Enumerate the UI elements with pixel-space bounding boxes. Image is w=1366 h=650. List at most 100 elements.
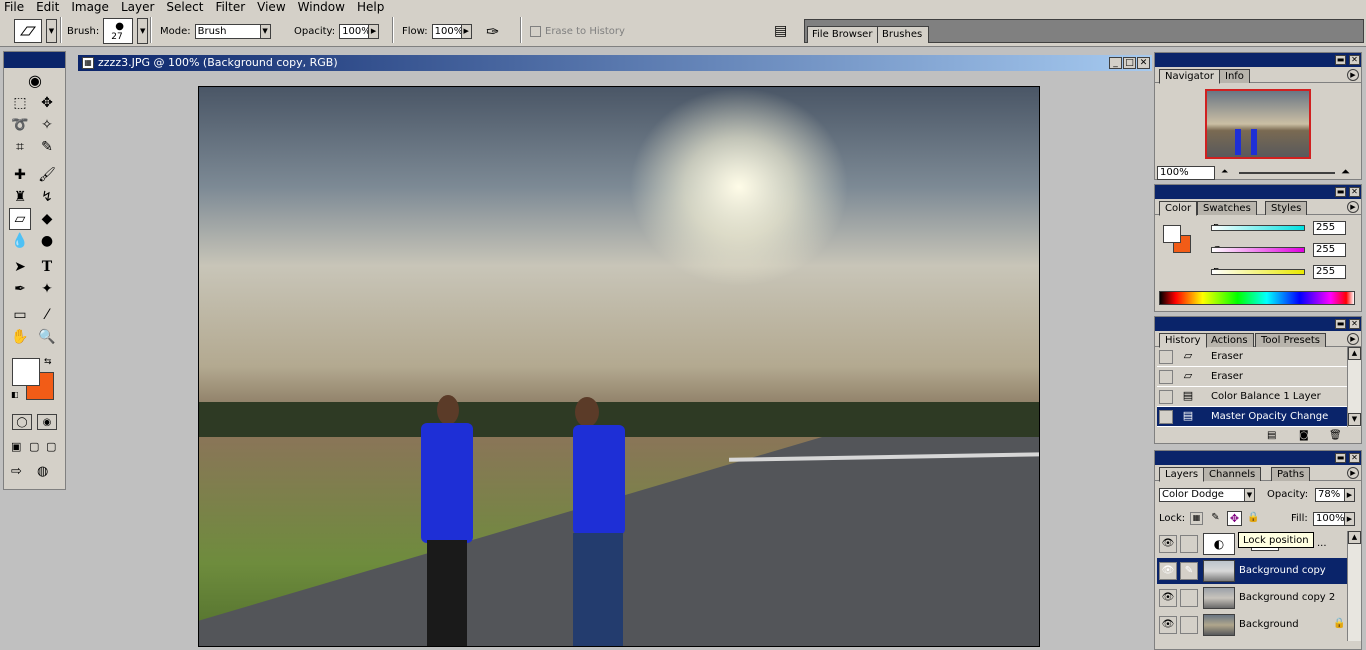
opacity-input[interactable]: 100% [339,23,371,39]
trash-icon[interactable]: 🗑 [1329,430,1342,441]
type-icon[interactable]: T [36,256,58,278]
blur-icon[interactable]: 💧 [9,230,31,252]
screen-mode-standard-icon[interactable]: ▣ [11,440,21,453]
clone-stamp-icon[interactable]: ♜ [9,186,31,208]
layer-row[interactable]: 👁 Background 🔒 [1157,612,1347,638]
close-icon[interactable]: ✕ [1137,57,1150,69]
panel-titlebar[interactable]: ▬ ✕ [1155,317,1361,331]
pen-icon[interactable]: ✒ [9,278,31,300]
panel-menu-icon[interactable]: ▶ [1347,333,1359,345]
tab-paths[interactable]: Paths [1271,467,1311,481]
maximize-icon[interactable]: □ [1123,57,1136,69]
close-icon[interactable]: ✕ [1349,55,1360,65]
brush-picker[interactable]: ● 27 [103,18,134,44]
palette-toggle-button[interactable]: ▤ [774,18,787,44]
tab-history[interactable]: History [1159,333,1207,348]
healing-brush-icon[interactable]: ✚ [9,164,31,186]
slice-icon[interactable]: ✎ [36,136,58,158]
zoom-field[interactable]: 100% [1157,166,1215,180]
brush-icon[interactable]: ✎ [1180,562,1198,580]
fill-input[interactable]: 100% [1313,512,1345,526]
close-icon[interactable]: ✕ [1349,319,1360,329]
minimize-icon[interactable]: _ [1109,57,1122,69]
layer-opacity-input[interactable]: 78% [1315,488,1345,502]
link-toggle[interactable] [1180,589,1198,607]
eye-icon[interactable]: 👁 [1159,616,1177,634]
tab-color[interactable]: Color [1159,201,1198,216]
minimize-icon[interactable]: ▬ [1335,319,1346,329]
new-document-icon[interactable]: ▤ [1267,430,1276,441]
chevron-down-icon[interactable]: ▼ [137,18,149,44]
eyedropper-icon[interactable]: ⁄ [36,304,58,326]
panel-titlebar[interactable]: ▬ ✕ [1155,53,1361,67]
history-source-checkbox[interactable] [1159,350,1173,364]
channel-g-value[interactable]: 255 [1313,243,1346,257]
erase-history-checkbox[interactable] [530,25,541,37]
tab-styles[interactable]: Styles [1265,201,1308,215]
link-toggle[interactable] [1180,535,1198,553]
panel-menu-icon[interactable]: ▶ [1347,467,1359,479]
paint-bucket-icon[interactable]: ◆ [36,208,58,230]
lock-position-icon[interactable]: ✥ [1227,511,1242,526]
panel-titlebar[interactable]: ▬ ✕ [1155,451,1361,465]
flow-input[interactable]: 100% [431,23,463,39]
brush-icon[interactable]: 🖌 [36,164,58,186]
close-icon[interactable]: ✕ [1349,453,1360,463]
tab-swatches[interactable]: Swatches [1197,201,1257,215]
eraser-icon[interactable]: ▱ [9,208,31,230]
zoom-slider[interactable] [1239,172,1335,174]
chevron-right-icon[interactable]: ▶ [460,23,472,39]
blend-mode-select[interactable]: Color Dodge [1159,488,1245,502]
dodge-icon[interactable]: ● [36,230,58,252]
menu-help[interactable]: Help [351,0,390,14]
magic-wand-icon[interactable]: ✧ [36,114,58,136]
foreground-color-swatch[interactable] [12,358,40,386]
panel-titlebar[interactable]: ▬ ✕ [1155,185,1361,199]
notes-icon[interactable]: ▭ [9,304,31,326]
menu-view[interactable]: View [251,0,291,14]
channel-g-slider[interactable] [1211,247,1305,253]
path-selection-icon[interactable]: ➤ [9,256,31,278]
history-brush-icon[interactable]: ↯ [36,186,58,208]
minimize-icon[interactable]: ▬ [1335,55,1346,65]
navigator-thumbnail[interactable] [1205,89,1311,159]
zoom-icon[interactable]: 🔍 [36,326,58,348]
zoom-in-icon[interactable]: ⏶ [1341,165,1350,179]
panel-menu-icon[interactable]: ▶ [1347,201,1359,213]
scroll-up-icon[interactable]: ▲ [1348,347,1361,360]
channel-r-slider[interactable] [1211,225,1305,231]
eye-icon[interactable]: 👁 [1159,562,1177,580]
panel-menu-icon[interactable]: ▶ [1347,69,1359,81]
tab-tool-presets[interactable]: Tool Presets [1255,333,1326,347]
menu-filter[interactable]: Filter [209,0,251,14]
tab-channels[interactable]: Channels [1203,467,1262,481]
menu-file[interactable]: File [0,0,30,14]
history-item[interactable]: ▱ Eraser [1157,347,1347,367]
lasso-icon[interactable]: ➰ [9,114,31,136]
screen-mode-full-icon[interactable]: ▢ [46,440,56,453]
history-item[interactable]: ▤ Master Opacity Change [1157,407,1347,427]
default-colors-icon[interactable]: ◧ [11,390,19,399]
airbrush-button[interactable]: ✑ [486,18,499,44]
crop-icon[interactable]: ⌗ [9,136,31,158]
history-item[interactable]: ▤ Color Balance 1 Layer [1157,387,1347,407]
tab-info[interactable]: Info [1219,69,1250,83]
canvas-area[interactable] [78,71,1152,650]
tab-brushes[interactable]: Brushes [877,26,930,43]
history-scrollbar[interactable]: ▲ ▼ [1347,347,1361,427]
menu-edit[interactable]: Edit [30,0,65,14]
document-titlebar[interactable]: ▦ zzzz3.JPG @ 100% (Background copy, RGB… [78,55,1152,71]
history-source-checkbox[interactable] [1159,370,1173,384]
color-ramp[interactable] [1159,291,1355,305]
lock-all-icon[interactable]: 🔒 [1247,512,1260,525]
menu-select[interactable]: Select [160,0,209,14]
hand-icon[interactable]: ✋ [9,326,31,348]
move-icon[interactable]: ✥ [36,92,58,114]
photo-canvas[interactable] [198,86,1040,647]
tab-file-browser[interactable]: File Browser [807,26,880,43]
color-foreground-swatch[interactable] [1163,225,1181,243]
mode-select[interactable]: Brush [194,23,261,39]
lock-pixels-icon[interactable]: ✎ [1209,512,1222,525]
tab-layers[interactable]: Layers [1159,467,1205,482]
layers-scrollbar[interactable]: ▲ [1347,531,1361,641]
